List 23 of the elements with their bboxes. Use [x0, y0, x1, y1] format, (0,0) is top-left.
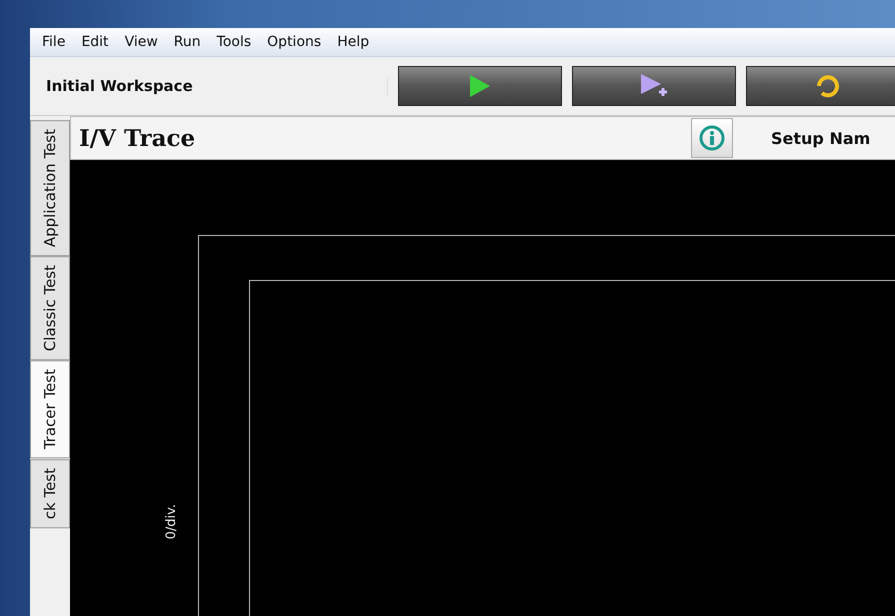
menu-item[interactable]: Run — [166, 34, 209, 50]
panel-title: I/V Trace — [78, 124, 196, 152]
side-tab[interactable]: Classic Test — [30, 256, 70, 360]
menu-item[interactable]: Options — [259, 34, 330, 50]
side-tab[interactable]: Tracer Test — [30, 360, 70, 459]
setup-name-label: Setup Nam — [770, 128, 870, 148]
menu-item[interactable]: Help — [329, 34, 378, 50]
toolbar-button[interactable] — [572, 66, 736, 106]
toolbar-button[interactable] — [746, 66, 895, 106]
menu-item[interactable]: View — [116, 34, 166, 50]
workspace-title: Initial Workspace — [30, 77, 388, 95]
menu-item[interactable]: Edit — [73, 34, 117, 50]
play-icon — [468, 74, 492, 98]
menu-item[interactable]: File — [34, 34, 74, 50]
y-axis-label: 0/div. — [164, 504, 179, 540]
toolbar-button[interactable] — [398, 66, 562, 106]
refresh-icon — [815, 73, 841, 99]
play-plus-icon — [639, 73, 669, 99]
side-tab[interactable]: ck Test — [30, 458, 70, 528]
side-tab[interactable]: Application Test — [30, 120, 70, 256]
info-icon — [699, 125, 725, 151]
menu-item[interactable]: Tools — [208, 34, 260, 50]
info-button[interactable] — [691, 118, 733, 158]
